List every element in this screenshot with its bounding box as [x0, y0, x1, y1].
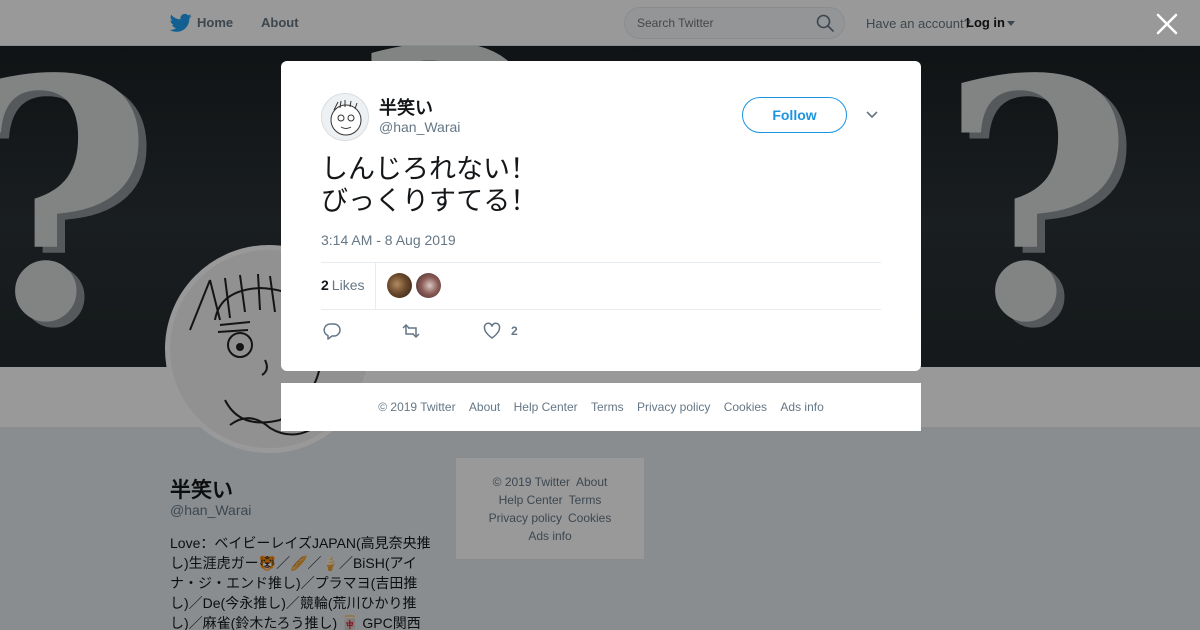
footer-help-link[interactable]: Help Center: [514, 400, 578, 414]
footer-privacy-link[interactable]: Privacy policy: [637, 400, 710, 414]
likes-count: 2: [321, 277, 329, 293]
footer-ads-link[interactable]: Ads info: [780, 400, 823, 414]
footer-about-link[interactable]: About: [469, 400, 500, 414]
chevron-down-icon[interactable]: [865, 110, 879, 120]
tweet-timestamp[interactable]: 3:14 AM - 8 Aug 2019: [321, 232, 456, 248]
tweet-author-handle[interactable]: @han_Warai: [379, 119, 460, 135]
author-sketch-icon: [330, 100, 362, 136]
footer-copyright: © 2019 Twitter: [378, 400, 456, 414]
liker-avatar[interactable]: [416, 273, 441, 298]
divider: [321, 309, 881, 310]
footer-cookies-link[interactable]: Cookies: [724, 400, 767, 414]
tweet-author-avatar[interactable]: [321, 93, 369, 141]
tweet-text-line-1: しんじろれない！: [321, 154, 537, 184]
like-action-count: 2: [511, 324, 518, 338]
footer-terms-link[interactable]: Terms: [591, 400, 624, 414]
follow-button[interactable]: Follow: [742, 97, 847, 133]
tweet-text-line-2: びっくりすてる！: [321, 186, 538, 216]
reply-icon[interactable]: [323, 322, 341, 340]
tweet-author-name[interactable]: 半笑い: [379, 94, 433, 120]
close-icon[interactable]: [1155, 12, 1179, 36]
liker-avatar[interactable]: [387, 273, 412, 298]
likes-label: Likes: [331, 277, 365, 293]
divider: [321, 262, 881, 263]
tweet-modal: 半笑い @han_Warai Follow しんじろれない！ びっくりすてる！ …: [281, 61, 921, 371]
tweet-text: しんじろれない！ びっくりすてる！: [321, 153, 537, 217]
likes-stat[interactable]: 2 Likes: [321, 277, 364, 293]
stat-separator: [375, 263, 376, 309]
heart-icon[interactable]: [483, 322, 501, 340]
modal-footer: © 2019 Twitter About Help Center Terms P…: [281, 383, 921, 431]
retweet-icon[interactable]: [402, 322, 420, 340]
